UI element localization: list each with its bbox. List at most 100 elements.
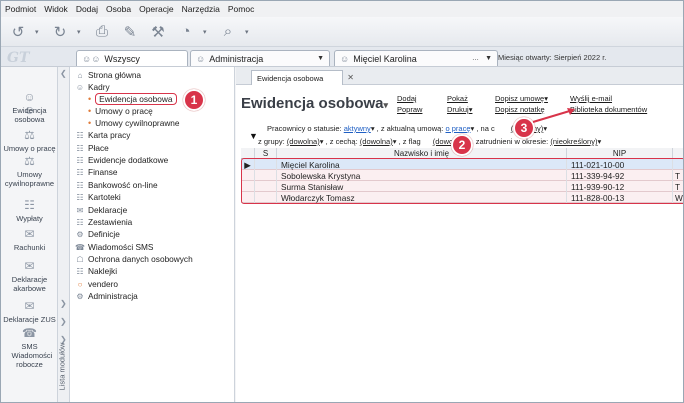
- cecha-filter[interactable]: (dowolna): [360, 137, 393, 146]
- tree-item-vendero[interactable]: ○ vendero: [75, 279, 118, 289]
- vendero-icon: ○: [77, 279, 83, 289]
- grid-col-s[interactable]: S: [255, 148, 277, 158]
- tab-administracja[interactable]: ☺ Administracja ▼: [190, 50, 330, 66]
- flaga-label: , z flag: [398, 137, 421, 146]
- umowa-filter[interactable]: o pracę: [445, 124, 470, 133]
- chevron-down-icon: ▾: [370, 124, 375, 133]
- row-name-cell: Sobolewska Krystyna: [277, 170, 567, 181]
- bullet-icon: •: [88, 106, 92, 116]
- menu-pomoc[interactable]: Pomoc: [228, 4, 254, 14]
- chevron-right-icon[interactable]: ❯: [60, 317, 67, 326]
- strip-wyplaty[interactable]: ☷ Wypłaty: [1, 199, 58, 224]
- strip-ewidencja[interactable]: ☺☺ Ewidencja osobowa: [1, 91, 58, 125]
- tree-item-finanse[interactable]: ☷ Finanse: [75, 167, 117, 177]
- pie-dropdown-icon[interactable]: ▾: [203, 28, 211, 36]
- strip-sms[interactable]: ☎ SMS Wiadomości robocze: [1, 327, 58, 370]
- tree-item-umowy-o-prace[interactable]: • Umowy o pracę: [88, 106, 153, 116]
- popraw-link[interactable]: Popraw: [397, 105, 422, 114]
- chevron-down-icon: ▾: [319, 137, 324, 146]
- pokaz-link[interactable]: Pokaż: [447, 94, 468, 103]
- drukuj-link[interactable]: Drukuj▾: [447, 105, 472, 114]
- menu-osoba[interactable]: Osoba: [106, 4, 131, 14]
- chevron-down-icon[interactable]: ▼: [317, 55, 324, 62]
- chevron-down-icon[interactable]: ▼: [485, 55, 492, 62]
- tree-item-deklaracje[interactable]: ✉ Deklaracje: [75, 205, 128, 215]
- menu-narzedzia[interactable]: Narzędzia: [182, 4, 220, 14]
- tree-item-label: Kadry: [88, 82, 110, 92]
- forward-dropdown-icon[interactable]: ▾: [77, 28, 85, 36]
- page-title-text: Ewidencja osobowa: [241, 95, 384, 112]
- toolbar: ↺ ▾ ↻ ▾ ⎙ ✎ ⚒ ◔ ▾ ⌕ ▾: [1, 17, 683, 47]
- tree-item-ewidencje-dodatkowe[interactable]: ☷ Ewidencje dodatkowe: [75, 155, 168, 165]
- print-icon[interactable]: ⎙: [91, 21, 113, 43]
- strip-umowy-cywilnoprawne[interactable]: ⚖ Umowy cywilnoprawne: [1, 155, 58, 189]
- tree-item-naklejki[interactable]: ☷ Naklejki: [75, 266, 117, 276]
- tree-item-administracja[interactable]: ⚙ Administracja: [75, 291, 137, 301]
- tree-item-label: Umowy cywilnoprawne: [95, 118, 180, 128]
- strip-label: Deklaracje akarbowe: [11, 275, 48, 293]
- grid-col-nip[interactable]: NIP: [567, 148, 673, 158]
- okres-filter[interactable]: (nieokreślony): [550, 137, 597, 146]
- tree-item-strona-glowna[interactable]: ⌂ Strona główna: [75, 70, 141, 80]
- na-label: , na c: [476, 124, 495, 133]
- strip-umowy-o-prace[interactable]: ⚖ Umowy o pracę: [1, 129, 58, 154]
- table-row[interactable]: Sobolewska Krystyna 111-339-94-92 T: [241, 170, 683, 181]
- tree-item-wiadomosci-sms[interactable]: ☎ Wiadomości SMS: [75, 242, 153, 252]
- row-name-cell: Włodarczyk Tomasz: [277, 192, 567, 203]
- search-icon[interactable]: ⌕: [217, 21, 239, 43]
- close-icon[interactable]: ✕: [347, 73, 354, 82]
- tree-item-bankowosc[interactable]: ☷ Bankowość on-line: [75, 180, 157, 190]
- tree-item-ewidencja-osobowa[interactable]: • Ewidencja osobowa: [88, 93, 177, 105]
- table-row[interactable]: Włodarczyk Tomasz 111-828-00-13 W: [241, 192, 683, 203]
- row-marker-cell: [241, 181, 255, 192]
- search-dropdown-icon[interactable]: ▾: [245, 28, 253, 36]
- biblioteka-dokumentow-link[interactable]: Biblioteka dokumentów: [570, 105, 647, 114]
- home-icon: ⌂: [77, 70, 83, 80]
- table-row[interactable]: Surma Stanisław 111-939-90-12 T: [241, 181, 683, 192]
- dopisz-umowe-link[interactable]: Dopisz umowę▾: [495, 94, 548, 103]
- strip-label: Ewidencja osobowa: [12, 106, 47, 124]
- tab-person[interactable]: ☺ Mięciel Karolina … ▼: [334, 50, 498, 66]
- wyslij-email-link[interactable]: Wyślij e-mail: [570, 94, 612, 103]
- more-icon[interactable]: …: [472, 55, 479, 62]
- tab-ewidencja-osobowa[interactable]: Ewidencja osobowa ✕: [251, 70, 354, 85]
- strip-deklaracje-akarbowe[interactable]: ✉ Deklaracje akarbowe: [1, 260, 58, 294]
- strip-rachunki[interactable]: ✉ Rachunki: [1, 228, 58, 253]
- module-list-label: Lista modułów: [57, 342, 67, 391]
- chevron-right-icon[interactable]: ❯: [60, 299, 67, 308]
- strip-deklaracje-zus[interactable]: ✉ Deklaracje ZUS: [1, 300, 58, 325]
- tree-item-kartoteki[interactable]: ☷ Kartoteki: [75, 192, 120, 202]
- tools-icon[interactable]: ⚒: [147, 21, 169, 43]
- tree-item-zestawienia[interactable]: ☷ Zestawienia: [75, 217, 132, 227]
- page-title[interactable]: Ewidencja osobowa▾: [241, 95, 388, 112]
- back-icon[interactable]: ↺: [7, 21, 29, 43]
- tree-item-place[interactable]: ☷ Płace: [75, 143, 108, 153]
- pie-icon[interactable]: ◔: [175, 21, 197, 43]
- tree-item-umowy-cywilnoprawne[interactable]: • Umowy cywilnoprawne: [88, 118, 180, 128]
- callout-badge-1: 1: [183, 89, 205, 111]
- menu-dodaj[interactable]: Dodaj: [76, 4, 98, 14]
- row-status-cell: [255, 192, 277, 203]
- tree-item-kadry[interactable]: ☺ Kadry: [75, 82, 110, 92]
- strip-label: Rachunki: [13, 243, 46, 252]
- chevron-left-icon[interactable]: ❮: [60, 69, 67, 78]
- grupy-filter[interactable]: (dowolna): [287, 137, 320, 146]
- menu-podmiot[interactable]: Podmiot: [5, 4, 36, 14]
- forward-icon[interactable]: ↻: [49, 21, 71, 43]
- tree-item-label: Definicje: [88, 229, 120, 239]
- back-dropdown-icon[interactable]: ▾: [35, 28, 43, 36]
- tree-item-definicje[interactable]: ⚙ Definicje: [75, 229, 120, 239]
- status-filter[interactable]: aktywny: [344, 124, 371, 133]
- module-list-column[interactable]: ❮ ❯ ❯ ❯ Lista modułów: [57, 67, 70, 402]
- menu-widok[interactable]: Widok: [44, 4, 68, 14]
- tree-item-ochrona-danych[interactable]: ☖ Ochrona danych osobowych: [75, 254, 192, 264]
- collapse-arrow-icon[interactable]: ▼: [249, 131, 258, 141]
- cecha-label: , z cechą:: [325, 137, 358, 146]
- tab-wszyscy[interactable]: ☺☺ Wszyscy: [76, 50, 188, 66]
- table-row[interactable]: ▶ Mięciel Karolina 111-021-10-00: [241, 159, 683, 170]
- menu-operacje[interactable]: Operacje: [139, 4, 174, 14]
- dodaj-link[interactable]: Dodaj: [397, 94, 417, 103]
- grid-col-name[interactable]: Nazwisko i imię: [277, 148, 567, 158]
- tree-item-karta-pracy[interactable]: ☷ Karta pracy: [75, 130, 130, 140]
- edit-icon[interactable]: ✎: [119, 21, 141, 43]
